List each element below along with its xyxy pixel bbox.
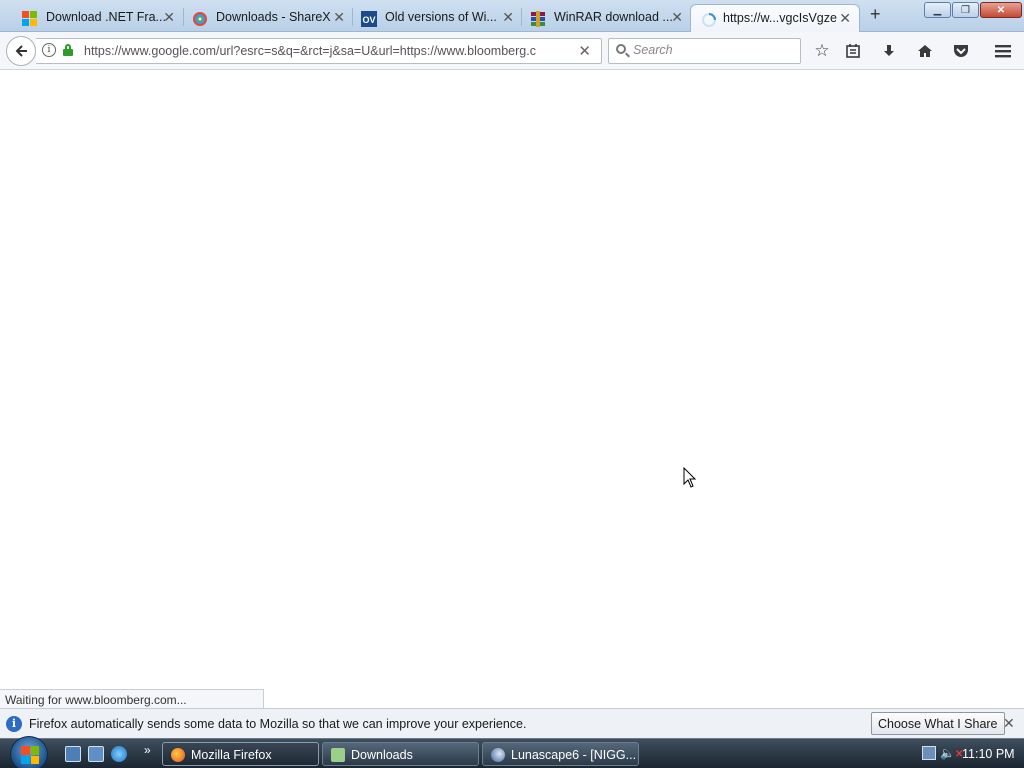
- volume-muted-icon[interactable]: 🔈✕: [940, 746, 963, 760]
- system-tray: 🔈✕ 11:10 PM: [918, 742, 1024, 766]
- windows-logo-icon: [22, 11, 37, 26]
- tab-sharex[interactable]: Downloads - ShareX ✕: [170, 4, 353, 32]
- minimize-icon[interactable]: ▁: [924, 2, 951, 18]
- network-icon[interactable]: [922, 746, 936, 760]
- tab-close-icon[interactable]: ✕: [839, 10, 851, 27]
- sharex-icon: [193, 12, 207, 26]
- quicklaunch-overflow-icon[interactable]: »: [144, 743, 151, 757]
- mouse-pointer-icon: [683, 467, 697, 488]
- internet-explorer-icon[interactable]: [111, 746, 127, 762]
- notification-message: Firefox automatically sends some data to…: [29, 717, 527, 731]
- window-close-icon[interactable]: ✕: [980, 2, 1022, 18]
- notification-bar: i Firefox automatically sends some data …: [0, 708, 1024, 738]
- bookmark-star-icon[interactable]: ☆: [811, 40, 833, 62]
- tab-label: Download .NET Fra...: [46, 10, 166, 24]
- page-content-area[interactable]: [0, 71, 1024, 708]
- tab-strip: Download .NET Fra... ✕ Downloads - Share…: [0, 0, 1024, 32]
- search-box[interactable]: [608, 38, 801, 64]
- folder-icon: [331, 748, 345, 762]
- taskbar-item-firefox[interactable]: Mozilla Firefox: [162, 742, 319, 766]
- search-input[interactable]: [633, 43, 793, 57]
- winrar-icon: [531, 11, 545, 27]
- oldversion-ov-icon: OV: [361, 11, 377, 27]
- stop-loading-icon[interactable]: ✕: [578, 42, 591, 60]
- new-tab-plus-icon[interactable]: +: [870, 4, 881, 25]
- start-button[interactable]: [10, 736, 48, 768]
- svg-text:OV: OV: [362, 15, 375, 25]
- url-text[interactable]: https://www.google.com/url?esrc=s&q=&rct…: [84, 44, 544, 58]
- taskbar-item-label: Mozilla Firefox: [191, 748, 272, 762]
- tab-winrar[interactable]: WinRAR download ... ✕: [508, 4, 691, 32]
- choose-what-i-share-button[interactable]: Choose What I Share: [871, 712, 1005, 735]
- loading-spinner-icon: [702, 13, 716, 27]
- taskbar-item-label: Lunascape6 - [NIGG...: [511, 748, 637, 762]
- tab-close-icon[interactable]: ✕: [671, 9, 683, 26]
- tab-label: WinRAR download ...: [554, 10, 673, 24]
- tab-active-bloomberg[interactable]: https://w...vgcIsVgze ✕: [690, 4, 860, 32]
- tab-label: Old versions of Wi...: [385, 10, 497, 24]
- notification-close-icon[interactable]: ✕: [1003, 715, 1015, 732]
- back-arrow-icon[interactable]: [6, 36, 36, 66]
- windows-flag-icon: [21, 746, 39, 764]
- pocket-icon[interactable]: [950, 40, 972, 62]
- hamburger-menu-icon[interactable]: [992, 40, 1014, 62]
- tab-oldversion[interactable]: OV Old versions of Wi... ✕: [339, 4, 522, 32]
- taskbar-item-label: Downloads: [351, 748, 413, 762]
- lock-icon: [63, 44, 73, 56]
- firefox-icon: [171, 748, 185, 762]
- downloads-arrow-icon[interactable]: [878, 40, 900, 62]
- reading-list-icon[interactable]: [842, 40, 864, 62]
- home-icon[interactable]: [914, 40, 936, 62]
- navigation-toolbar: i https://www.google.com/url?esrc=s&q=&r…: [0, 32, 1024, 70]
- tab-dotnet[interactable]: Download .NET Fra... ✕: [0, 4, 183, 32]
- lunascape-icon: [491, 748, 505, 762]
- taskbar-item-lunascape[interactable]: Lunascape6 - [NIGG...: [482, 742, 639, 766]
- address-bar[interactable]: i https://www.google.com/url?esrc=s&q=&r…: [36, 38, 602, 64]
- restore-icon[interactable]: ❐: [952, 2, 979, 18]
- search-icon: [616, 44, 626, 54]
- tab-label: https://w...vgcIsVgze: [723, 11, 837, 25]
- window-controls: ▁ ❐ ✕: [924, 2, 1022, 18]
- status-panel: Waiting for www.bloomberg.com...: [0, 689, 264, 708]
- windows-taskbar: » Mozilla Firefox Downloads Lunascape6 -…: [0, 736, 1024, 768]
- info-icon: i: [6, 716, 22, 732]
- show-desktop-icon[interactable]: [65, 746, 81, 762]
- taskbar-item-downloads[interactable]: Downloads: [322, 742, 479, 766]
- tab-label: Downloads - ShareX: [216, 10, 331, 24]
- switch-windows-icon[interactable]: [88, 746, 104, 762]
- clock[interactable]: 11:10 PM: [962, 747, 1015, 761]
- site-info-icon[interactable]: i: [42, 43, 56, 57]
